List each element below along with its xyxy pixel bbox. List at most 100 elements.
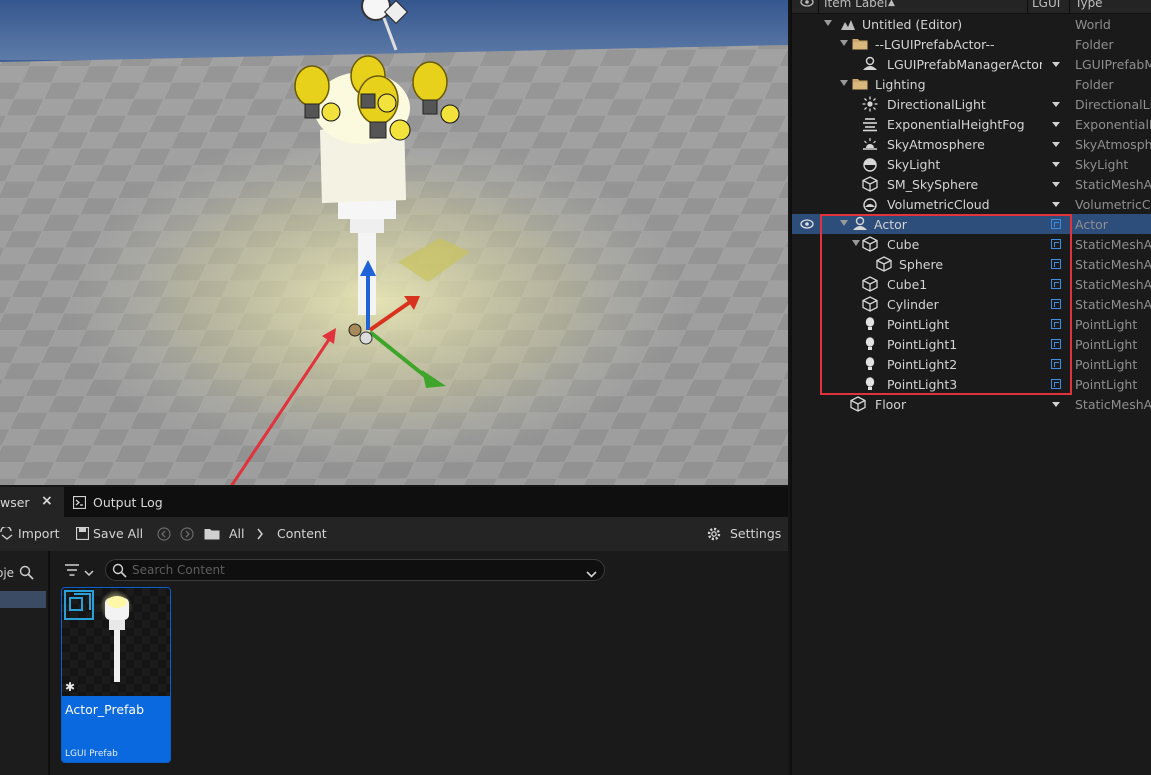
outliner-row[interactable]: SkyAtmosphere SkyAtmosphere [792, 134, 1151, 154]
import-icon [0, 525, 16, 544]
outliner-item-type: StaticMeshActor [1075, 397, 1151, 412]
world-icon [840, 16, 856, 32]
static-mesh-icon [862, 176, 878, 192]
outliner-item-label: Lighting [875, 77, 926, 92]
outliner-row[interactable]: PointLight2 PointLight [792, 354, 1151, 374]
breadcrumb-content[interactable]: Content [277, 526, 327, 541]
content-search-box[interactable] [105, 559, 605, 581]
filter-dropdown[interactable] [62, 561, 98, 579]
outliner-row[interactable]: Cylinder StaticMeshActor [792, 294, 1151, 314]
lgui-prefab-link-icon[interactable] [1051, 319, 1061, 329]
sky-atmosphere-icon [862, 136, 878, 152]
close-tab-icon[interactable]: × [41, 493, 53, 509]
lgui-prefab-link-icon[interactable] [1051, 219, 1061, 229]
tab-output-log-label: Output Log [93, 495, 163, 510]
settings-button[interactable]: Settings [704, 517, 788, 551]
sun-icon [862, 96, 878, 112]
outliner-row[interactable]: SM_SkySphere StaticMeshActor [792, 174, 1151, 194]
outliner-item-type: Folder [1075, 77, 1114, 92]
outliner-item-type: PointLight [1075, 317, 1138, 332]
actor-options-dropdown-icon[interactable] [1052, 142, 1060, 147]
outliner-item-label: Actor [874, 217, 907, 232]
lgui-prefab-link-icon[interactable] [1051, 239, 1061, 249]
outliner-row[interactable]: --LGUIPrefabActor-- Folder [792, 34, 1151, 54]
breadcrumb-chevron-icon [256, 528, 264, 543]
outliner-row[interactable]: PointLight3 PointLight [792, 374, 1151, 394]
tab-content-browser[interactable]: wser × [0, 487, 64, 517]
import-button[interactable]: Import [0, 517, 62, 551]
outliner-item-type: StaticMeshActor [1075, 257, 1151, 272]
tab-content-browser-label: wser [0, 495, 30, 510]
actor-options-dropdown-icon[interactable] [1052, 182, 1060, 187]
static-mesh-icon [850, 396, 866, 412]
lgui-prefab-link-icon[interactable] [1051, 339, 1061, 349]
type-column-header[interactable]: Type [1075, 0, 1103, 10]
gear-icon [706, 526, 722, 545]
static-mesh-icon [862, 236, 878, 252]
outliner-item-label: SkyAtmosphere [887, 137, 985, 152]
outliner-row[interactable]: ExponentialHeightFog ExponentialHeightFog [792, 114, 1151, 134]
outliner-row[interactable]: Cube StaticMeshActor [792, 234, 1151, 254]
search-options-chevron-icon[interactable] [586, 567, 597, 581]
outliner-item-label: PointLight [887, 317, 950, 332]
output-log-icon [72, 495, 87, 512]
history-forward-icon[interactable] [180, 527, 194, 544]
expand-arrow-icon[interactable] [852, 240, 860, 246]
outliner-row[interactable]: DirectionalLight DirectionalLight [792, 94, 1151, 114]
visibility-column-icon[interactable] [800, 0, 814, 10]
outliner-item-label: SM_SkySphere [887, 177, 979, 192]
outliner-row[interactable]: PointLight PointLight [792, 314, 1151, 334]
sort-ascending-icon[interactable]: ▲ [888, 0, 895, 8]
actor-options-dropdown-icon[interactable] [1052, 202, 1060, 207]
world-outliner: Item Label ▲ LGUI Type Untitled (Editor)… [790, 0, 1151, 775]
expand-arrow-icon[interactable] [840, 80, 848, 86]
sources-selected-item[interactable] [0, 591, 46, 608]
actor-options-dropdown-icon[interactable] [1052, 402, 1060, 407]
item-label-column-header[interactable]: Item Label [824, 0, 888, 10]
outliner-row[interactable]: Sphere StaticMeshActor [792, 254, 1151, 274]
sources-panel: oje [0, 551, 50, 775]
outliner-row[interactable]: Floor StaticMeshActor [792, 394, 1151, 414]
lgui-prefab-link-icon[interactable] [1051, 259, 1061, 269]
outliner-item-label: DirectionalLight [887, 97, 986, 112]
settings-button-label: Settings [730, 526, 782, 541]
expand-arrow-icon[interactable] [840, 40, 848, 46]
actor-options-dropdown-icon[interactable] [1052, 102, 1060, 107]
tab-output-log[interactable]: Output Log [64, 487, 174, 517]
outliner-row[interactable]: Cube1 StaticMeshActor [792, 274, 1151, 294]
chevron-down-icon [84, 566, 94, 580]
history-back-icon[interactable] [157, 527, 171, 544]
level-viewport[interactable] [0, 0, 788, 485]
actor-options-dropdown-icon[interactable] [1052, 62, 1060, 67]
outliner-row[interactable]: Actor Actor [792, 214, 1151, 234]
outliner-row[interactable]: LGUIPrefabManagerActor LGUIPrefabManagerA… [792, 54, 1151, 74]
outliner-item-label: Cylinder [887, 297, 939, 312]
filter-icon [65, 564, 79, 579]
outliner-item-type: Actor [1075, 217, 1108, 232]
asset-tile-actor-prefab[interactable]: ✱ Actor_Prefab LGUI Prefab [61, 587, 171, 763]
folder-icon[interactable] [204, 527, 220, 543]
lgui-prefab-link-icon[interactable] [1051, 359, 1061, 369]
sources-search-label: oje [0, 566, 15, 580]
lgui-prefab-link-icon[interactable] [1051, 379, 1061, 389]
search-input[interactable] [132, 562, 572, 578]
lgui-prefab-link-icon[interactable] [1051, 279, 1061, 289]
outliner-row[interactable]: PointLight1 PointLight [792, 334, 1151, 354]
actor-options-dropdown-icon[interactable] [1052, 122, 1060, 127]
folder-icon [852, 36, 868, 52]
outliner-row[interactable]: Untitled (Editor) World [792, 14, 1151, 34]
outliner-row[interactable]: SkyLight SkyLight [792, 154, 1151, 174]
expand-arrow-icon[interactable] [840, 220, 848, 226]
expand-arrow-icon[interactable] [824, 20, 832, 26]
save-all-button[interactable]: Save All [74, 517, 146, 551]
lgui-prefab-link-icon[interactable] [1051, 299, 1061, 309]
breadcrumb-all[interactable]: All [229, 526, 245, 541]
lgui-column-header[interactable]: LGUI [1032, 0, 1060, 10]
outliner-item-type: PointLight [1075, 357, 1138, 372]
outliner-item-label: VolumetricCloud [887, 197, 990, 212]
outliner-row[interactable]: VolumetricCloud VolumetricCloud [792, 194, 1151, 214]
search-icon[interactable] [19, 565, 34, 583]
visibility-eye-icon[interactable] [800, 218, 814, 230]
actor-options-dropdown-icon[interactable] [1052, 162, 1060, 167]
outliner-row[interactable]: Lighting Folder [792, 74, 1151, 94]
